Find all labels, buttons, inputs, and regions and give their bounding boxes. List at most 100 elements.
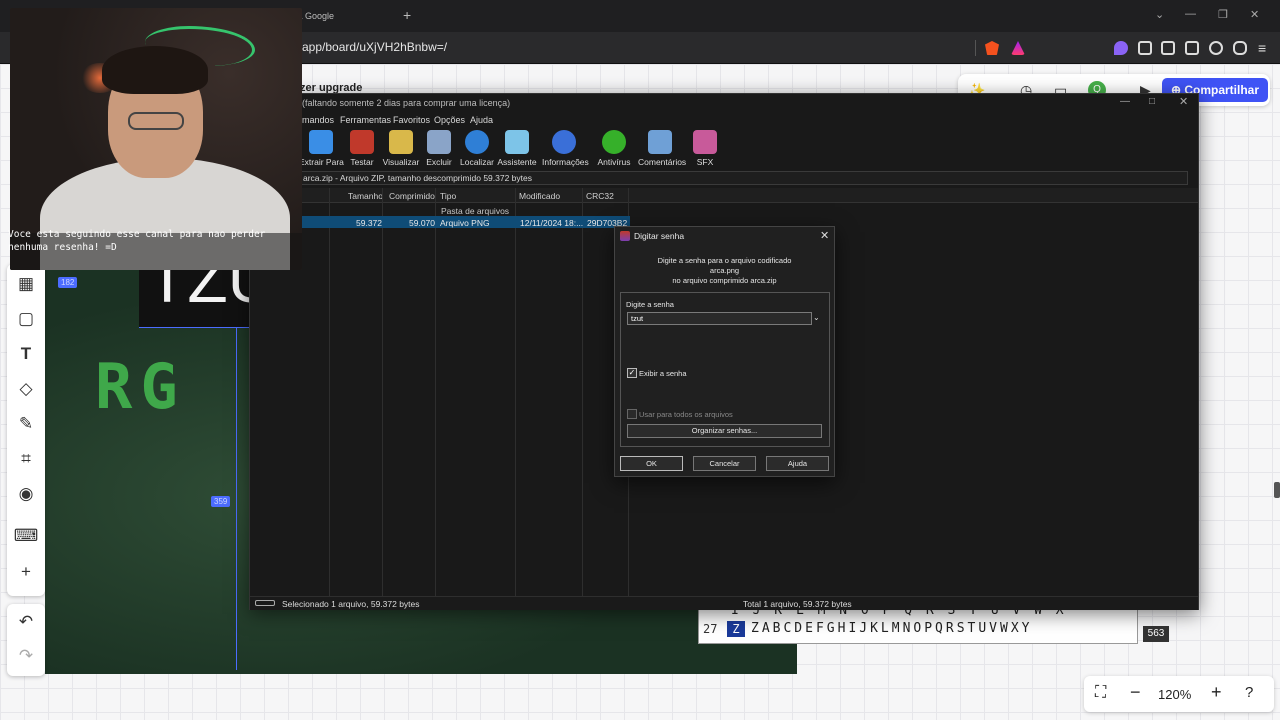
column-divider [515, 188, 516, 596]
find-button[interactable]: Localizar [455, 130, 499, 167]
trash-icon [427, 130, 451, 154]
shapes-icon[interactable]: ◇ [7, 379, 45, 399]
column-compressed[interactable]: Comprimido [389, 191, 435, 201]
column-divider [582, 188, 583, 596]
help-button[interactable]: Ajuda [766, 456, 829, 471]
cell-size: 59.372 [356, 218, 382, 228]
test-icon [350, 130, 374, 154]
dialog-title: Digitar senha [634, 231, 685, 241]
help-icon[interactable]: ? [1245, 684, 1253, 701]
undo-icon[interactable]: ↶ [7, 612, 45, 632]
minimize-window-button[interactable]: — [1185, 8, 1196, 20]
person-hair [102, 46, 208, 94]
comments-icon [648, 130, 672, 154]
address-divider [975, 40, 976, 56]
alphabet-row: ZABCDEFGHIJKLMNOPQRSTUVWXY [751, 621, 1033, 636]
close-window-button[interactable]: ✕ [1250, 8, 1259, 21]
vpn-icon[interactable] [1233, 41, 1247, 55]
sidebar-icon[interactable] [1161, 41, 1175, 55]
sfx-icon [693, 130, 717, 154]
password-input[interactable]: tzut [627, 312, 812, 325]
menu-help[interactable]: Ajuda [470, 115, 493, 125]
side-panel-handle[interactable] [1274, 482, 1280, 498]
password-label: Digite a senha [626, 300, 674, 309]
new-tab-button[interactable]: + [403, 7, 411, 23]
alphabet-highlight-cell: Z [727, 621, 745, 637]
column-type[interactable]: Tipo [440, 191, 456, 201]
use-for-all-checkbox[interactable] [627, 409, 637, 419]
test-button[interactable]: Testar [340, 130, 384, 167]
tab-list-icon[interactable]: ⌄ [1155, 8, 1164, 21]
menu-options[interactable]: Opções [434, 115, 465, 125]
winrar-close-button[interactable]: ✕ [1179, 95, 1188, 108]
maximize-window-button[interactable]: ❐ [1218, 8, 1228, 21]
column-divider [435, 188, 436, 596]
add-icon[interactable]: + [7, 562, 45, 582]
url-field[interactable]: app/board/uXjVH2hBnbw=/ [302, 40, 447, 54]
leo-ai-icon[interactable] [1209, 41, 1223, 55]
show-password-checkbox[interactable]: ✓ [627, 368, 637, 378]
selection-guide-vertical [236, 327, 237, 670]
info-button[interactable]: Informações [542, 130, 589, 167]
zoom-out-button[interactable]: − [1130, 682, 1141, 703]
column-divider [382, 188, 383, 596]
cancel-button[interactable]: Cancelar [693, 456, 756, 471]
status-total: Total 1 arquivo, 59.372 bytes [743, 599, 852, 609]
key-icon [255, 600, 275, 606]
winrar-icon [620, 231, 630, 241]
list-item-parent-folder[interactable]: Pasta de arquivos [441, 206, 509, 216]
browser-tab[interactable]: uisa Google [286, 4, 396, 28]
sfx-button[interactable]: SFX [683, 130, 727, 167]
organize-passwords-button[interactable]: Organizar senhas... [627, 424, 822, 438]
pen-icon[interactable]: ✎ [7, 414, 45, 434]
left-toolbar: ▦ ▢ T ◇ ✎ ⌗ ◉ ⌨ + [7, 264, 45, 596]
wallet-icon[interactable] [1185, 41, 1199, 55]
sticky-note-icon[interactable]: ▢ [7, 309, 45, 329]
templates-icon[interactable]: ▦ [7, 274, 45, 294]
dialog-close-button[interactable]: ✕ [820, 229, 829, 242]
ok-button[interactable]: OK [620, 456, 683, 471]
antivirus-icon [602, 130, 626, 154]
menu-commands[interactable]: mandos [302, 115, 334, 125]
cell-type: Arquivo PNG [440, 218, 490, 228]
caption-line: Voce esta seguindo esse canal para nao p… [8, 229, 266, 240]
extensions-puzzle-icon[interactable] [1138, 41, 1152, 55]
canvas-green-text: RG [95, 350, 186, 423]
archive-path-bar[interactable]: arca.zip - Arquivo ZIP, tamanho descompr… [298, 171, 1188, 185]
use-for-all-label: Usar para todos os arquivos [639, 410, 733, 419]
count-badge: 563 [1143, 626, 1169, 642]
winrar-maximize-button[interactable]: □ [1149, 96, 1155, 107]
winrar-minimize-button[interactable]: — [1120, 96, 1130, 107]
wizard-button[interactable]: Assistente [495, 130, 539, 167]
show-password-label: Exibir a senha [639, 369, 687, 378]
chevron-down-icon[interactable]: ⌄ [813, 313, 820, 322]
redo-icon[interactable]: ↷ [7, 646, 45, 666]
frame-icon[interactable]: ⌗ [7, 449, 45, 469]
browser-menu-icon[interactable]: ≡ [1258, 40, 1266, 56]
folder-extract-icon [309, 130, 333, 154]
antivirus-button[interactable]: Antivírus [592, 130, 636, 167]
zoom-level[interactable]: 120% [1158, 687, 1191, 702]
zoom-in-button[interactable]: + [1211, 682, 1222, 703]
column-crc32[interactable]: CRC32 [586, 191, 614, 201]
extract-to-button[interactable]: Extrair Para [299, 130, 344, 167]
alphabet-row-number: 27 [703, 622, 718, 636]
extension-drop-icon[interactable] [1114, 41, 1128, 55]
caption-line: nenhuma resenha! =D [8, 242, 117, 253]
palette-icon[interactable]: ◉ [7, 484, 45, 504]
comments-button[interactable]: Comentários [638, 130, 686, 167]
selection-guide-horizontal [139, 327, 249, 328]
column-size[interactable]: Tamanho [348, 191, 383, 201]
menu-tools[interactable]: Ferramentas [340, 115, 391, 125]
cell-modified: 12/11/2024 18:... [520, 218, 584, 228]
magnifier-icon [465, 130, 489, 154]
dialog-filename: arca.png [709, 266, 740, 275]
embed-code-icon[interactable]: ⌨ [7, 526, 45, 546]
fit-screen-icon[interactable]: ⛶ [1095, 684, 1106, 702]
text-tool-icon[interactable]: T [7, 344, 45, 364]
column-modified[interactable]: Modificado [519, 191, 560, 201]
menu-favorites[interactable]: Favoritos [393, 115, 430, 125]
dialog-archive: no arquivo comprimido arca.zip [672, 276, 777, 285]
dimension-badge: 182 [58, 277, 78, 288]
status-selected: Selecionado 1 arquivo, 59.372 bytes [282, 599, 420, 609]
